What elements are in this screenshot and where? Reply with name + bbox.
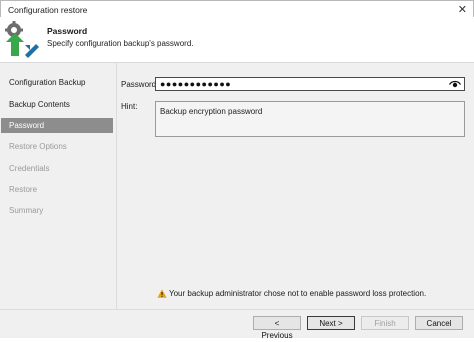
wizard-header: Password Specify configuration backup's … xyxy=(0,17,474,63)
previous-button[interactable]: < Previous xyxy=(253,316,301,340)
step-restore-options: Restore Options xyxy=(9,142,67,151)
title-bar: Configuration restore ✕ xyxy=(0,0,474,18)
warning-text: Your backup administrator chose not to e… xyxy=(169,289,427,298)
close-icon[interactable]: ✕ xyxy=(458,3,467,16)
button-bar: < Previous Next > Finish Cancel xyxy=(0,309,474,340)
page-title: Password xyxy=(47,26,88,36)
finish-button: Finish xyxy=(361,316,409,330)
cancel-button[interactable]: Cancel xyxy=(415,316,463,330)
page-subtitle: Specify configuration backup's password. xyxy=(47,39,194,48)
step-password[interactable]: Password xyxy=(1,118,113,133)
hint-label: Hint: xyxy=(121,102,138,111)
step-backup-contents[interactable]: Backup Contents xyxy=(1,97,113,112)
restore-logo-icon xyxy=(3,20,40,58)
warning-icon xyxy=(157,289,167,298)
password-label: Password: xyxy=(121,80,159,89)
next-button[interactable]: Next > xyxy=(307,316,355,330)
step-credentials: Credentials xyxy=(9,164,50,173)
step-summary: Summary xyxy=(9,206,44,215)
step-configuration-backup[interactable]: Configuration Backup xyxy=(1,75,113,90)
hint-value: Backup encryption password xyxy=(160,107,263,116)
password-value: ●●●●●●●●●●●● xyxy=(160,79,232,89)
window-title: Configuration restore xyxy=(8,5,88,15)
password-field[interactable]: ●●●●●●●●●●●● xyxy=(155,77,465,91)
wizard-steps: Configuration Backup Backup Contents Pas… xyxy=(0,63,117,309)
eye-icon[interactable] xyxy=(449,80,461,89)
content-panel xyxy=(117,63,474,309)
hint-field: Backup encryption password xyxy=(155,101,465,137)
step-restore: Restore xyxy=(9,185,38,194)
